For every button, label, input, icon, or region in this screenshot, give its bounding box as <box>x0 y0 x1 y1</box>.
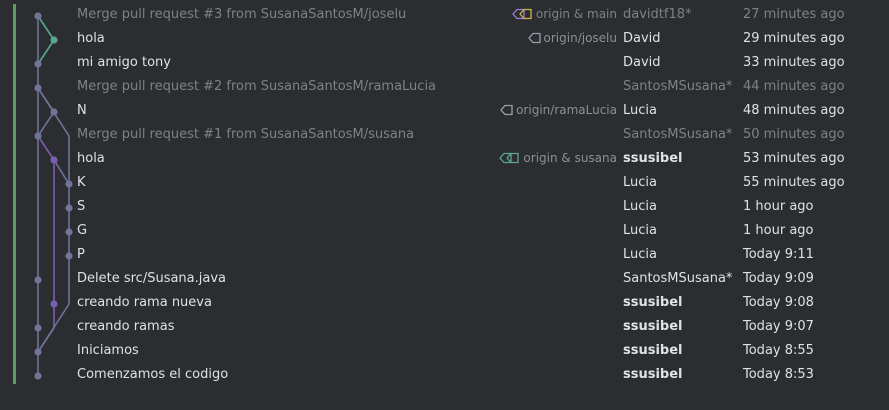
commit-row[interactable]: Comenzamos el codigo ssusibel Today 8:53 <box>0 364 889 388</box>
tag-icon <box>527 32 541 44</box>
commit-date: Today 9:11 <box>743 247 814 262</box>
commit-date: 33 minutes ago <box>743 55 845 70</box>
double-tag-icon <box>511 8 533 20</box>
commit-row[interactable]: hola origin/joselu David 29 minutes ago <box>0 28 889 52</box>
commit-author: SantosMSusana* <box>623 79 733 94</box>
commit-subject: hola <box>77 31 105 46</box>
branch-ref-label: origin/joselu <box>543 31 617 45</box>
commit-author: ssusibel <box>623 319 683 334</box>
commit-date: Today 9:07 <box>743 319 814 334</box>
commit-row[interactable]: hola origin & susana ssusibel 53 minutes ag… <box>0 148 889 172</box>
commit-date: Today 8:53 <box>743 367 814 382</box>
branch-ref-label: origin/ramaLucia <box>516 103 617 117</box>
commit-subject: creando rama nueva <box>77 295 212 310</box>
commit-row[interactable]: creando ramas ssusibel Today 9:07 <box>0 316 889 340</box>
commit-author: SantosMSusana* <box>623 271 733 286</box>
commit-subject: Merge pull request #3 from SusanaSantosM… <box>77 7 407 22</box>
commit-date: 1 hour ago <box>743 199 814 214</box>
double-tag-icon <box>498 152 520 164</box>
commit-date: Today 8:55 <box>743 343 814 358</box>
commit-row[interactable]: mi amigo tony David 33 minutes ago <box>0 52 889 76</box>
commit-subject: hola <box>77 151 105 166</box>
branch-refs[interactable]: origin & susana <box>498 151 617 165</box>
commit-row[interactable]: K Lucia 55 minutes ago <box>0 172 889 196</box>
commit-row[interactable]: Iniciamos ssusibel Today 8:55 <box>0 340 889 364</box>
commit-author: ssusibel <box>623 367 683 382</box>
commit-subject: K <box>77 175 86 190</box>
commit-subject: Merge pull request #1 from SusanaSantosM… <box>77 127 415 142</box>
git-log-panel[interactable]: Merge pull request #3 from SusanaSantosM… <box>0 0 889 410</box>
commit-subject: Iniciamos <box>77 343 139 358</box>
commit-date: 55 minutes ago <box>743 175 845 190</box>
branch-ref-label: origin & main <box>535 7 617 21</box>
commit-subject: P <box>77 247 85 262</box>
branch-ref-label: origin & susana <box>523 151 617 165</box>
commit-author: Lucia <box>623 175 657 190</box>
commit-author: Lucia <box>623 199 657 214</box>
commit-author: davidtf18* <box>623 7 692 22</box>
commit-subject: G <box>77 223 88 238</box>
branch-refs[interactable]: origin/joselu <box>527 31 617 45</box>
commit-row[interactable]: Delete src/Susana.java SantosMSusana* Toda… <box>0 268 889 292</box>
commit-author: Lucia <box>623 223 657 238</box>
commit-date: 53 minutes ago <box>743 151 845 166</box>
commit-date: Today 9:09 <box>743 271 814 286</box>
commit-subject: Comenzamos el codigo <box>77 367 229 382</box>
commit-subject: creando ramas <box>77 319 175 334</box>
commit-author: Lucia <box>623 247 657 262</box>
commit-subject: N <box>77 103 87 118</box>
commit-subject: Merge pull request #2 from SusanaSantosM… <box>77 79 437 94</box>
commit-author: David <box>623 55 661 70</box>
commit-date: 50 minutes ago <box>743 127 845 142</box>
commit-author: ssusibel <box>623 343 683 358</box>
branch-refs[interactable]: origin & main <box>511 7 617 21</box>
commit-row[interactable]: P Lucia Today 9:11 <box>0 244 889 268</box>
commit-row[interactable]: G Lucia 1 hour ago <box>0 220 889 244</box>
commit-row[interactable]: Merge pull request #1 from SusanaSantosM… <box>0 124 889 148</box>
commit-subject: Delete src/Susana.java <box>77 271 227 286</box>
tag-icon <box>499 104 513 116</box>
commit-author: SantosMSusana* <box>623 127 733 142</box>
commit-date: 27 minutes ago <box>743 7 845 22</box>
commit-row[interactable]: Merge pull request #2 from SusanaSantosM… <box>0 76 889 100</box>
commit-row[interactable]: Merge pull request #3 from SusanaSantosM… <box>0 4 889 28</box>
commit-row[interactable]: Norigin/ramaLucia Lucia 48 minutes ago <box>0 100 889 124</box>
commit-subject: mi amigo tony <box>77 55 171 70</box>
commit-date: 48 minutes ago <box>743 103 845 118</box>
commit-date: 1 hour ago <box>743 223 814 238</box>
commit-date: Today 9:08 <box>743 295 814 310</box>
branch-refs[interactable]: origin/ramaLucia <box>499 103 617 117</box>
commit-row[interactable]: creando rama nueva ssusibel Today 9:08 <box>0 292 889 316</box>
commit-author: ssusibel <box>623 151 683 166</box>
commit-row[interactable]: S Lucia 1 hour ago <box>0 196 889 220</box>
commit-date: 44 minutes ago <box>743 79 845 94</box>
commit-subject: S <box>77 199 86 214</box>
commit-author: David <box>623 31 661 46</box>
commit-date: 29 minutes ago <box>743 31 845 46</box>
commit-author: Lucia <box>623 103 657 118</box>
commit-author: ssusibel <box>623 295 683 310</box>
